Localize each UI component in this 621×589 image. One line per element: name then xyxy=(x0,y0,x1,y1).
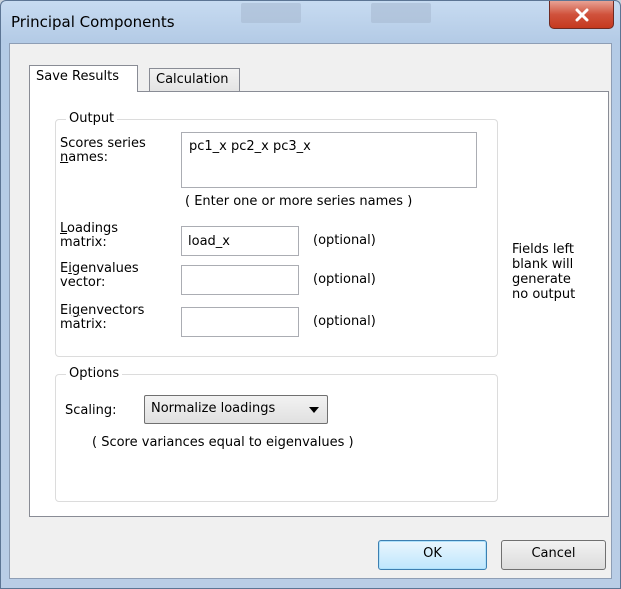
scaling-selected-value: Normalize loadings xyxy=(151,401,276,416)
tab-calculation[interactable]: Calculation xyxy=(149,68,240,92)
cancel-button[interactable]: Cancel xyxy=(501,540,606,570)
scores-series-input[interactable]: pc1_x pc2_x pc3_x xyxy=(181,132,477,188)
eigenvectors-label: Eigenvectors matrix: xyxy=(60,304,144,332)
tab-panel-save-results: Output Scores series names: pc1_x pc2_x … xyxy=(29,91,609,517)
eigenvectors-label-pre: Ei xyxy=(60,303,72,318)
chevron-down-icon xyxy=(309,407,319,413)
loadings-label-line2: matrix: xyxy=(60,235,107,250)
eigenvectors-label-line1: envectors xyxy=(80,303,145,318)
window-title: Principal Components xyxy=(11,13,175,31)
scores-label-mnemonic: n xyxy=(60,150,69,165)
loadings-optional-label: (optional) xyxy=(313,233,376,248)
ok-button[interactable]: OK xyxy=(378,540,487,570)
loadings-matrix-input[interactable] xyxy=(181,226,299,256)
eigenvectors-matrix-input[interactable] xyxy=(181,307,299,337)
loadings-label: Loadings matrix: xyxy=(60,222,118,250)
eigenvalues-label: Eigenvalues vector: xyxy=(60,262,139,290)
close-icon xyxy=(575,8,588,21)
loadings-label-line1: oadings xyxy=(67,221,119,236)
scaling-note: ( Score variances equal to eigenvalues ) xyxy=(92,435,354,450)
background-blur xyxy=(371,3,431,23)
eigenvalues-vector-input[interactable] xyxy=(181,265,299,295)
side-note: Fields left blank will generate no outpu… xyxy=(512,242,575,302)
title-bar[interactable]: Principal Components xyxy=(1,1,620,43)
output-group-label: Output xyxy=(66,111,118,126)
eigenvalues-label-line2: vector: xyxy=(60,275,106,290)
eigenvalues-label-pre: E xyxy=(60,261,69,276)
side-note-line: blank will xyxy=(512,257,574,272)
eigenvectors-label-mnemonic: g xyxy=(71,303,81,318)
side-note-line: generate xyxy=(512,272,571,287)
background-blur xyxy=(241,3,301,23)
dialog-client-area: Save Results Calculation Output Scores s… xyxy=(9,43,612,579)
options-group-label: Options xyxy=(66,366,123,381)
dialog-window: Principal Components Save Results Calcul… xyxy=(0,0,621,589)
side-note-line: Fields left xyxy=(512,242,574,257)
eigenvectors-label-line2: matrix: xyxy=(60,317,107,332)
close-button[interactable] xyxy=(549,1,614,29)
scaling-label: Scaling: xyxy=(65,403,117,418)
loadings-label-mnemonic: L xyxy=(60,221,68,236)
scores-label-line1: Scores series xyxy=(60,136,146,151)
side-note-line: no output xyxy=(512,287,576,302)
eigenvectors-optional-label: (optional) xyxy=(313,314,376,329)
tab-save-results[interactable]: Save Results xyxy=(29,65,138,92)
scores-hint: ( Enter one or more series names ) xyxy=(185,194,413,209)
scaling-dropdown[interactable]: Normalize loadings xyxy=(144,395,328,424)
eigenvalues-label-line1: genvalues xyxy=(71,261,139,276)
scores-label-line2: ames: xyxy=(68,150,109,165)
scores-label: Scores series names: xyxy=(60,137,146,165)
eigenvalues-optional-label: (optional) xyxy=(313,272,376,287)
